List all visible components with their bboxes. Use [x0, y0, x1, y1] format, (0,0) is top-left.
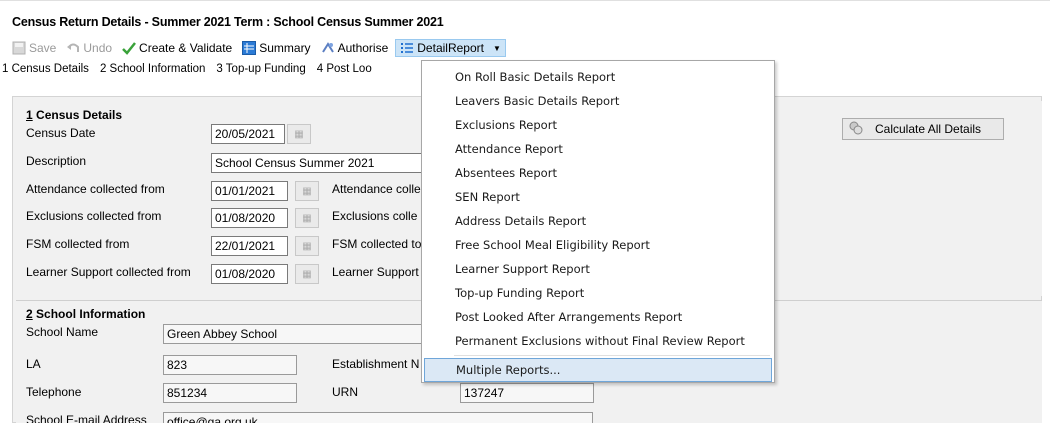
checkmark-icon [122, 41, 137, 55]
calendar-button[interactable]: ▦ [295, 264, 319, 284]
fsm-from-field[interactable]: 22/01/2021 [211, 236, 288, 256]
menu-item-leavers-basic[interactable]: Leavers Basic Details Report [424, 89, 772, 113]
school-information-heading: 2 School Information [26, 307, 146, 321]
authorise-icon [321, 41, 335, 55]
census-return-window: Census Return Details - Summer 2021 Term… [0, 0, 1050, 423]
census-date-field[interactable]: 20/05/2021 [211, 124, 285, 144]
create-validate-button[interactable]: Create & Validate [122, 41, 232, 55]
undo-button[interactable]: Undo [66, 41, 112, 55]
la-label: LA [26, 357, 41, 371]
calculator-icon [849, 121, 863, 138]
school-email-field[interactable]: office@ga.org.uk [163, 412, 593, 423]
menu-item-learner-support[interactable]: Learner Support Report [424, 257, 772, 281]
census-details-heading: 1 Census Details [26, 108, 123, 122]
calendar-button[interactable]: ▦ [295, 181, 319, 201]
menu-item-multiple-reports[interactable]: Multiple Reports... [424, 358, 772, 382]
attendance-from-field[interactable]: 01/01/2021 [211, 181, 288, 201]
menu-item-post-looked-after[interactable]: Post Looked After Arrangements Report [424, 305, 772, 329]
school-name-field[interactable]: Green Abbey School [163, 324, 425, 344]
dropdown-arrow-icon: ▼ [492, 43, 501, 53]
menu-item-permanent-exclusions[interactable]: Permanent Exclusions without Final Revie… [424, 329, 772, 353]
tab-school-information[interactable]: 2 School Information [100, 63, 205, 75]
calendar-icon: ▦ [302, 268, 312, 280]
telephone-field[interactable]: 851234 [163, 383, 297, 403]
urn-field[interactable]: 137247 [460, 383, 594, 403]
tab-census-details[interactable]: 1 Census Details [2, 63, 89, 75]
save-icon [12, 41, 26, 55]
menu-item-attendance[interactable]: Attendance Report [424, 137, 772, 161]
description-field[interactable]: School Census Summer 2021 [211, 153, 425, 173]
menu-item-top-up-funding[interactable]: Top-up Funding Report [424, 281, 772, 305]
fsm-from-label: FSM collected from [26, 237, 130, 251]
calendar-button[interactable]: ▦ [287, 124, 311, 144]
learner-support-from-label: Learner Support collected from [26, 265, 191, 279]
fsm-to-label: FSM collected to [332, 237, 422, 251]
description-label: Description [26, 154, 87, 168]
menu-item-free-school-meal[interactable]: Free School Meal Eligibility Report [424, 233, 772, 257]
exclusions-from-label: Exclusions collected from [26, 209, 162, 223]
menu-item-sen[interactable]: SEN Report [424, 185, 772, 209]
telephone-label: Telephone [26, 385, 82, 399]
window-title: Census Return Details - Summer 2021 Term… [0, 0, 1050, 33]
exclusions-to-label: Exclusions colle [332, 209, 418, 223]
exclusions-from-field[interactable]: 01/08/2020 [211, 208, 288, 228]
establishment-number-label: Establishment N [332, 357, 420, 371]
calendar-icon: ▦ [302, 185, 312, 197]
learner-support-from-field[interactable]: 01/08/2020 [211, 264, 288, 284]
urn-label: URN [332, 385, 358, 399]
attendance-to-label: Attendance colle [332, 182, 421, 196]
toolbar: Save Undo Create & Validate Summary Auth… [0, 38, 1050, 58]
calendar-button[interactable]: ▦ [295, 208, 319, 228]
detail-report-menu: On Roll Basic Details Report Leavers Bas… [421, 60, 775, 383]
learner-support-to-label: Learner Support [332, 265, 419, 279]
calculate-all-details-button[interactable]: Calculate All Details [842, 118, 1004, 140]
calendar-icon: ▦ [302, 212, 312, 224]
authorise-button[interactable]: Authorise [321, 41, 388, 55]
menu-item-exclusions[interactable]: Exclusions Report [424, 113, 772, 137]
menu-item-address-details[interactable]: Address Details Report [424, 209, 772, 233]
census-date-label: Census Date [26, 126, 96, 140]
menu-separator [454, 355, 770, 356]
school-email-label: School E-mail Address [26, 413, 147, 423]
school-name-label: School Name [26, 325, 99, 339]
calendar-icon: ▦ [294, 128, 304, 140]
list-icon [400, 41, 414, 55]
summary-button[interactable]: Summary [242, 41, 311, 55]
menu-item-absentees[interactable]: Absentees Report [424, 161, 772, 185]
calendar-icon: ▦ [302, 240, 312, 252]
tab-top-up-funding[interactable]: 3 Top-up Funding [216, 63, 305, 75]
la-field[interactable]: 823 [163, 355, 297, 375]
attendance-from-label: Attendance collected from [26, 182, 165, 196]
menu-item-on-roll-basic[interactable]: On Roll Basic Details Report [424, 65, 772, 89]
detail-report-button[interactable]: DetailReport ▼ [395, 39, 506, 57]
summary-icon [242, 41, 257, 55]
tab-post-looked-after[interactable]: 4 Post Loo [317, 63, 372, 75]
calendar-button[interactable]: ▦ [295, 236, 319, 256]
undo-icon [66, 41, 80, 55]
save-button[interactable]: Save [12, 41, 56, 55]
